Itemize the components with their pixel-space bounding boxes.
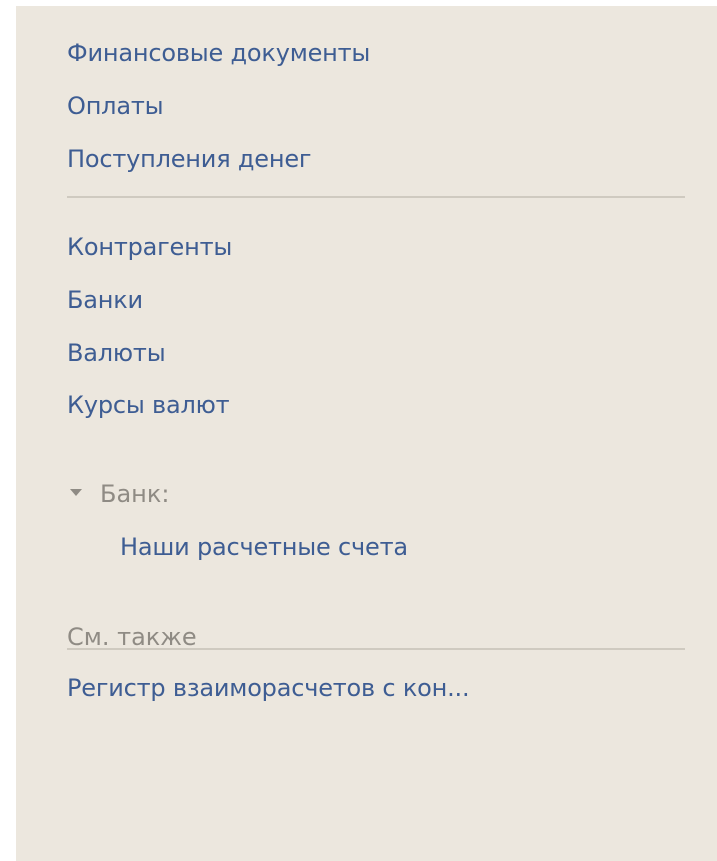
link-counterparties[interactable]: Контрагенты bbox=[67, 232, 232, 262]
bank-group-title: Банк: bbox=[100, 480, 170, 508]
link-our-accounts[interactable]: Наши расчетные счета bbox=[120, 532, 408, 562]
triangle-down-icon bbox=[70, 488, 82, 496]
navigation-panel: Финансовые документы Оплаты Поступления … bbox=[16, 6, 717, 861]
link-exchange-rates[interactable]: Курсы валют bbox=[67, 390, 230, 420]
link-money-receipts[interactable]: Поступления денег bbox=[67, 144, 311, 174]
bank-group-toggle[interactable]: Банк: bbox=[70, 479, 169, 509]
link-financial-documents[interactable]: Финансовые документы bbox=[67, 38, 370, 68]
separator bbox=[67, 196, 685, 198]
link-settlements-register[interactable]: Регистр взаиморасчетов с кон... bbox=[67, 673, 470, 703]
see-also-separator bbox=[67, 648, 685, 650]
link-banks[interactable]: Банки bbox=[67, 285, 143, 315]
link-payments[interactable]: Оплаты bbox=[67, 91, 164, 121]
link-currencies[interactable]: Валюты bbox=[67, 338, 166, 368]
